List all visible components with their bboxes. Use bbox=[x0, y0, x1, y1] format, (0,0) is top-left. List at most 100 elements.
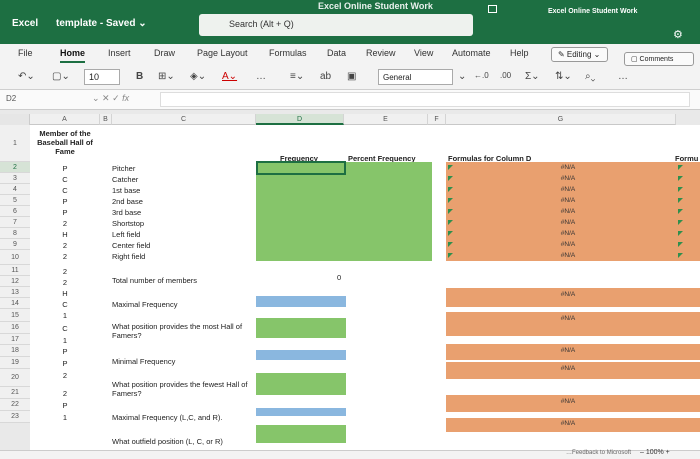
row-header[interactable]: 15 bbox=[0, 309, 30, 322]
document-title[interactable]: template - Saved ⌄ bbox=[56, 18, 147, 29]
selected-cell-d2[interactable] bbox=[256, 161, 346, 175]
col-a-cell[interactable]: C bbox=[30, 186, 100, 195]
number-format-select[interactable]: General bbox=[378, 69, 453, 85]
row-header[interactable]: 21 bbox=[0, 387, 30, 399]
increase-decimal-icon[interactable]: ←.0 bbox=[474, 71, 489, 80]
col-a-cell[interactable]: 2 bbox=[30, 241, 100, 250]
row-header[interactable]: 16 bbox=[0, 322, 30, 334]
error-indicator-icon[interactable] bbox=[448, 187, 453, 192]
error-indicator-icon[interactable] bbox=[678, 242, 683, 247]
feedback-link[interactable]: …Feedback to Microsoft bbox=[566, 450, 631, 456]
tab-home[interactable]: Home bbox=[60, 48, 86, 63]
tab-file[interactable]: File bbox=[18, 48, 33, 58]
col-a-cell[interactable]: 2 bbox=[30, 278, 100, 287]
col-a-cell[interactable]: C bbox=[30, 324, 100, 333]
row-header[interactable]: 23 bbox=[0, 411, 30, 423]
select-all-corner[interactable] bbox=[0, 114, 30, 125]
formula-input[interactable] bbox=[160, 92, 690, 107]
error-indicator-icon[interactable] bbox=[448, 198, 453, 203]
dropdown-icon[interactable]: ⌄ bbox=[458, 71, 466, 82]
position-cell[interactable]: 3rd base bbox=[112, 208, 141, 217]
col-a-cell[interactable]: P bbox=[30, 401, 100, 410]
tab-help[interactable]: Help bbox=[510, 48, 529, 58]
position-cell[interactable]: 1st base bbox=[112, 186, 140, 195]
tab-review[interactable]: Review bbox=[366, 48, 396, 58]
position-cell[interactable]: Shortstop bbox=[112, 219, 144, 228]
font-size-select[interactable]: 10 bbox=[84, 69, 120, 85]
error-indicator-icon[interactable] bbox=[678, 231, 683, 236]
col-a-cell[interactable]: P bbox=[30, 164, 100, 173]
row-header[interactable]: 18 bbox=[0, 345, 30, 357]
error-indicator-icon[interactable] bbox=[678, 209, 683, 214]
row-header[interactable]: 12 bbox=[0, 276, 30, 287]
column-header-g[interactable]: G bbox=[446, 114, 676, 125]
row-header[interactable]: 4 bbox=[0, 184, 30, 195]
name-box[interactable]: D2 bbox=[6, 94, 86, 103]
max-frequency-cell[interactable] bbox=[256, 296, 346, 307]
fewest-hof-answer-cell[interactable] bbox=[256, 373, 346, 395]
clipboard-icon[interactable]: ▢⌄ bbox=[52, 71, 70, 82]
position-cell[interactable]: Pitcher bbox=[112, 164, 135, 173]
sort-filter-icon[interactable]: ⇅⌄ bbox=[555, 71, 572, 82]
find-icon[interactable]: ⌕⌄ bbox=[585, 71, 595, 82]
zoom-control[interactable]: – 100% + bbox=[640, 449, 670, 456]
column-header-e[interactable]: E bbox=[344, 114, 428, 125]
col-a-cell[interactable]: C bbox=[30, 175, 100, 184]
row-header[interactable]: 6 bbox=[0, 206, 30, 217]
position-cell[interactable]: Center field bbox=[112, 241, 150, 250]
error-indicator-icon[interactable] bbox=[678, 176, 683, 181]
error-indicator-icon[interactable] bbox=[448, 176, 453, 181]
error-indicator-icon[interactable] bbox=[448, 209, 453, 214]
tab-page-layout[interactable]: Page Layout bbox=[197, 48, 248, 58]
row-header[interactable]: 3 bbox=[0, 173, 30, 184]
row-header[interactable]: 22 bbox=[0, 399, 30, 411]
merge-icon[interactable]: ▣ bbox=[347, 71, 356, 82]
position-cell[interactable]: Left field bbox=[112, 230, 140, 239]
row-header[interactable]: 19 bbox=[0, 357, 30, 369]
tab-formulas[interactable]: Formulas bbox=[269, 48, 307, 58]
row-header[interactable]: 20 bbox=[0, 369, 30, 387]
decrease-decimal-icon[interactable]: .00 bbox=[500, 71, 511, 80]
editing-button[interactable]: ✎ Editing ⌄ bbox=[551, 47, 608, 62]
autosum-icon[interactable]: Σ⌄ bbox=[525, 71, 540, 82]
browser-tab-title[interactable]: Excel Online Student Work bbox=[548, 8, 637, 15]
formula-controls-icon[interactable]: ⌄ ✕ ✓ fx bbox=[92, 93, 129, 104]
col-a-cell[interactable]: 1 bbox=[30, 311, 100, 320]
align-icon[interactable]: ≡⌄ bbox=[290, 71, 304, 82]
col-a-cell[interactable]: 2 bbox=[30, 267, 100, 276]
column-header-c[interactable]: C bbox=[112, 114, 256, 125]
error-indicator-icon[interactable] bbox=[448, 253, 453, 258]
tab-data[interactable]: Data bbox=[327, 48, 346, 58]
row-header[interactable]: 17 bbox=[0, 334, 30, 345]
error-indicator-icon[interactable] bbox=[448, 220, 453, 225]
row-header[interactable]: 1 bbox=[0, 125, 30, 162]
comments-button[interactable]: ▢ Comments bbox=[624, 52, 694, 66]
col-a-cell[interactable]: 2 bbox=[30, 371, 100, 380]
column-header-d[interactable]: D bbox=[256, 114, 344, 125]
column-header-a[interactable]: A bbox=[30, 114, 100, 125]
tab-draw[interactable]: Draw bbox=[154, 48, 175, 58]
row-header[interactable]: 8 bbox=[0, 228, 30, 239]
wrap-text-icon[interactable]: ab bbox=[320, 71, 331, 82]
error-indicator-icon[interactable] bbox=[448, 231, 453, 236]
borders-icon[interactable]: ⊞⌄ bbox=[158, 71, 175, 82]
row-header[interactable]: 5 bbox=[0, 195, 30, 206]
spreadsheet-grid[interactable]: 1 2 3 4 5 6 7 8 9 10 11 12 13 14 15 16 17 18 19 20 21 22 23 Me… bbox=[0, 125, 700, 450]
app-name[interactable]: Excel bbox=[12, 18, 38, 29]
font-color-icon[interactable]: A⌄ bbox=[222, 71, 237, 82]
col-a-cell[interactable]: P bbox=[30, 208, 100, 217]
column-header-f[interactable]: F bbox=[428, 114, 446, 125]
max-lcr-cell[interactable] bbox=[256, 408, 346, 416]
col-a-cell[interactable]: P bbox=[30, 359, 100, 368]
row-header[interactable]: 13 bbox=[0, 287, 30, 298]
search-input[interactable]: Search (Alt + Q) bbox=[199, 14, 473, 36]
tab-automate[interactable]: Automate bbox=[452, 48, 491, 58]
error-indicator-icon[interactable] bbox=[678, 198, 683, 203]
col-a-cell[interactable]: 1 bbox=[30, 413, 100, 422]
more-options-icon[interactable]: … bbox=[256, 71, 266, 82]
overflow-icon[interactable]: … bbox=[618, 71, 628, 82]
error-indicator-icon[interactable] bbox=[448, 242, 453, 247]
position-cell[interactable]: Right field bbox=[112, 252, 145, 261]
col-a-cell[interactable]: 1 bbox=[30, 336, 100, 345]
row-header[interactable]: 11 bbox=[0, 265, 30, 276]
